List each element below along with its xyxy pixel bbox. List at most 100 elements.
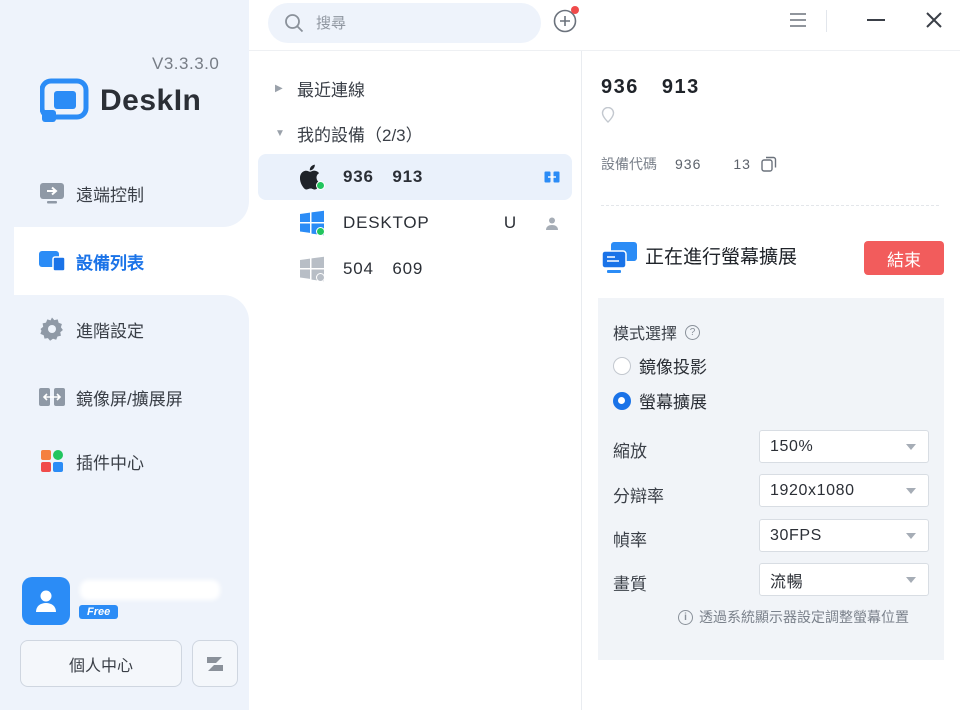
device-location: [601, 107, 615, 123]
sidebar-item-plugin-center[interactable]: 插件中心: [14, 428, 249, 494]
sidebar-item-advanced-settings[interactable]: 進階設定: [14, 296, 249, 362]
screen-extend-active-icon: [544, 169, 560, 185]
search-icon: [285, 14, 304, 33]
mode-selection-title: 模式選擇 ?: [613, 320, 701, 344]
close-icon: [926, 12, 942, 28]
group-recent-connections[interactable]: ▶ 最近連線: [275, 76, 365, 101]
device-list-panel: ▶ 最近連線 ▼ 我的設備（2/3） 936 913 DESKTOP U 504…: [249, 51, 581, 710]
mode-option-mirror[interactable]: 鏡像投影: [613, 353, 707, 378]
minimize-icon: [867, 19, 885, 21]
sidebar-item-label: 設備列表: [76, 253, 144, 273]
mode-option-label: 螢幕擴展: [639, 393, 707, 412]
device-row[interactable]: 936 913: [258, 154, 572, 200]
plugin-grid-icon: [38, 447, 66, 475]
resolution-select[interactable]: 1920x1080: [759, 474, 929, 507]
sidebar-edge: [0, 0, 14, 710]
quality-select[interactable]: 流暢: [759, 563, 929, 596]
mode-title-label: 模式選擇: [613, 326, 678, 343]
display-settings-hint: i 透過系統顯示器設定調整螢幕位置: [678, 607, 909, 627]
switch-icon: [207, 656, 223, 671]
menu-button[interactable]: [786, 8, 810, 32]
apple-icon: [298, 163, 326, 191]
group-label: 最近連線: [297, 81, 365, 100]
location-pin-icon: [601, 107, 615, 123]
caret-down-icon: [906, 532, 916, 539]
help-icon[interactable]: ?: [685, 324, 701, 340]
offline-status-dot: [316, 273, 325, 282]
profile-center-button[interactable]: 個人中心: [20, 640, 182, 687]
select-value: 150%: [770, 437, 814, 455]
select-value: 1920x1080: [770, 481, 855, 499]
device-name: 504 609: [343, 259, 424, 278]
frame-rate-select[interactable]: 30FPS: [759, 519, 929, 552]
device-list-icon: [38, 247, 66, 275]
remote-control-icon: [38, 179, 66, 207]
caret-right-icon: ▶: [275, 83, 283, 94]
caret-down-icon: [906, 487, 916, 494]
app-version: V3.3.3.0: [152, 54, 220, 73]
radio-button[interactable]: [613, 356, 631, 375]
search-bar[interactable]: [268, 3, 541, 43]
gear-icon: [38, 315, 66, 343]
mode-option-extend[interactable]: 螢幕擴展: [613, 388, 707, 413]
extension-status-title: 正在進行螢幕擴展: [645, 247, 798, 268]
sidebar-item-label: 鏡像屏/擴展屏: [76, 389, 183, 409]
copy-icon[interactable]: [761, 156, 777, 172]
extension-settings-panel: 模式選擇 ? 鏡像投影 螢幕擴展 縮放 150% 分辯率 1920x1080 幀…: [598, 298, 944, 660]
scale-label: 縮放: [613, 442, 647, 461]
end-extension-button[interactable]: 結束: [864, 241, 944, 275]
resolution-label: 分辯率: [613, 487, 664, 506]
caret-down-icon: [906, 576, 916, 583]
mode-option-label: 鏡像投影: [639, 358, 707, 377]
username-redacted: [80, 580, 220, 600]
sidebar-item-label: 遠端控制: [76, 185, 144, 205]
panel-divider: [581, 51, 582, 710]
device-code-label: 設備代碼: [601, 156, 657, 172]
caret-down-icon: ▼: [275, 128, 285, 139]
device-name: 936 913: [343, 167, 424, 186]
online-status-dot: [316, 181, 325, 190]
titlebar-divider: [826, 10, 827, 32]
sidebar: V3.3.3.0 DeskIn 遠端控制 設備列表 進階設定 鏡像屏/擴展屏 插…: [0, 0, 249, 710]
hint-text: 透過系統顯示器設定調整螢幕位置: [699, 609, 909, 625]
screen-extend-icon: [601, 241, 639, 275]
windows-icon: [298, 255, 326, 283]
sidebar-item-mirror-extend[interactable]: 鏡像屏/擴展屏: [14, 364, 249, 430]
radio-button-selected[interactable]: [613, 391, 631, 410]
minimize-button[interactable]: [864, 8, 888, 32]
sidebar-item-remote-control[interactable]: 遠端控制: [14, 160, 249, 226]
caret-down-icon: [906, 443, 916, 450]
app-logo: DeskIn: [39, 78, 202, 124]
mirror-extend-icon: [38, 383, 66, 411]
device-code-value: 936 13: [675, 156, 751, 172]
select-value: 30FPS: [770, 526, 822, 544]
online-status-dot: [316, 227, 325, 236]
user-icon: [36, 590, 56, 612]
info-icon: i: [678, 609, 693, 625]
select-value: 流暢: [770, 573, 804, 591]
user-icon: [544, 215, 560, 231]
notification-dot: [571, 6, 579, 14]
selected-device-id: 936 913: [601, 76, 700, 98]
sidebar-item-label: 插件中心: [76, 453, 144, 473]
sidebar-item-label: 進階設定: [76, 321, 144, 341]
frame-rate-label: 幀率: [613, 531, 647, 550]
group-my-devices[interactable]: ▼ 我的設備（2/3）: [275, 121, 423, 146]
search-input[interactable]: [316, 14, 516, 32]
device-row[interactable]: DESKTOP U: [258, 200, 572, 246]
close-button[interactable]: [922, 8, 946, 32]
app-name: DeskIn: [100, 84, 202, 117]
hamburger-icon: [790, 13, 806, 27]
switch-account-button[interactable]: [192, 640, 238, 687]
group-label: 我的設備（2/3）: [297, 126, 423, 145]
deskin-logo-icon: [39, 78, 90, 124]
sidebar-item-device-list[interactable]: 設備列表: [14, 228, 249, 294]
device-code-row: 設備代碼 936 13: [601, 154, 777, 174]
scale-select[interactable]: 150%: [759, 430, 929, 463]
avatar[interactable]: [22, 577, 70, 625]
device-row[interactable]: 504 609: [258, 246, 572, 292]
section-divider: [601, 205, 939, 206]
windows-icon: [298, 209, 326, 237]
device-name: DESKTOP U: [343, 213, 518, 232]
plan-badge: Free: [79, 605, 119, 619]
